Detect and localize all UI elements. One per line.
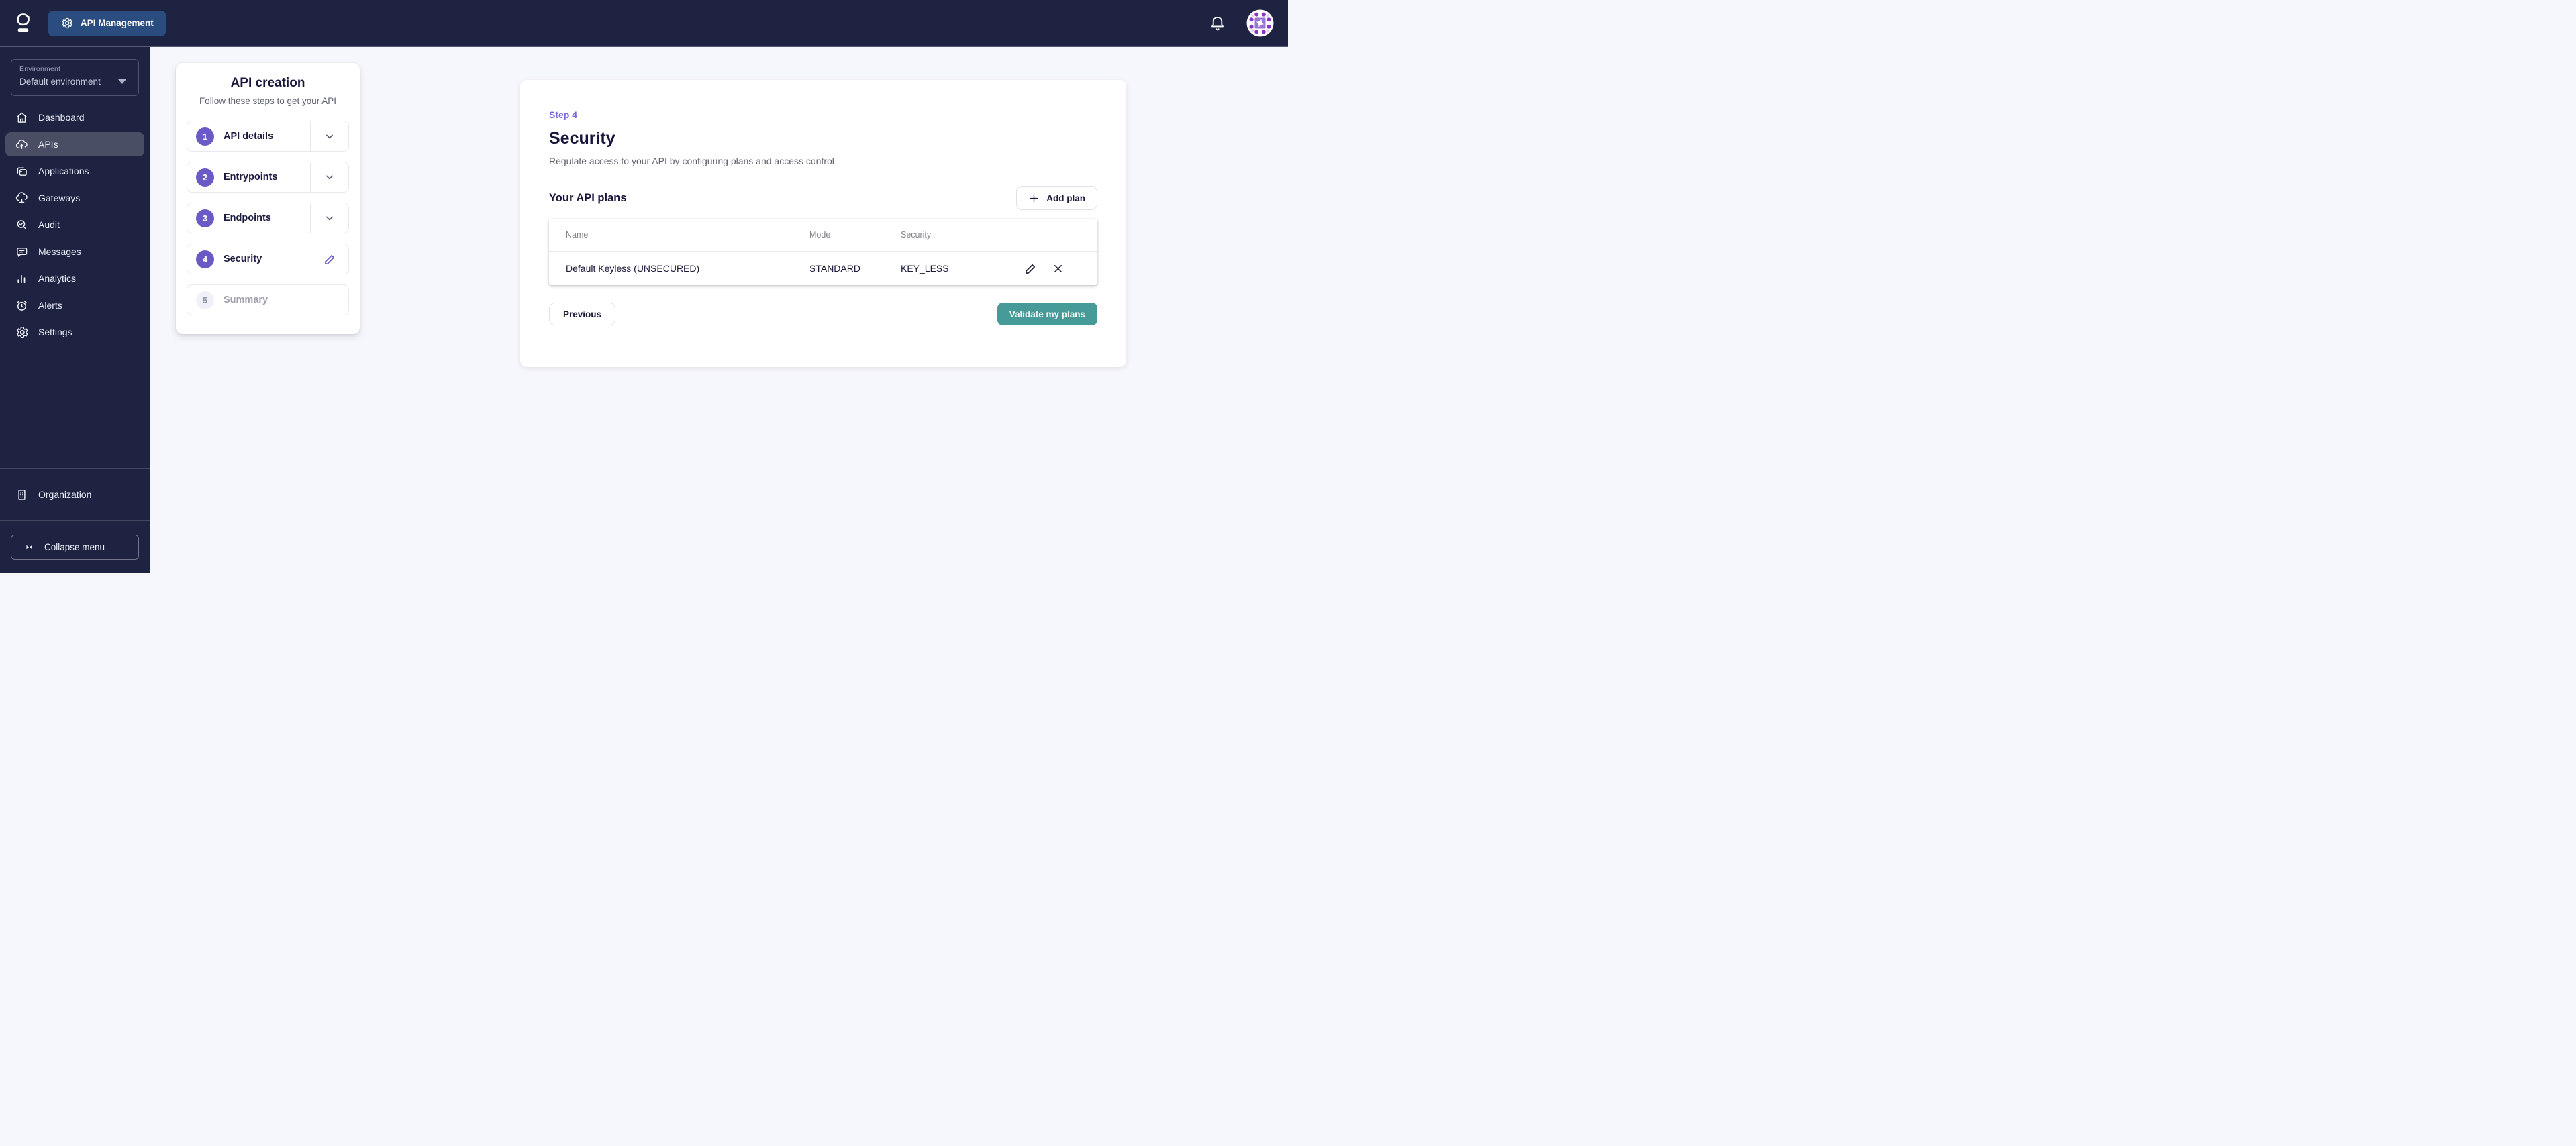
security-step-card: Step 4 Security Regulate access to your … [520,80,1126,367]
sidebar-item-label: Organization [38,489,92,500]
main-area: API creation Follow these steps to get y… [150,47,1288,573]
step-number-badge: 5 [196,291,214,309]
gear-icon [15,325,29,340]
step-summary: 5 Summary [187,284,349,315]
collapse-icon [24,542,34,552]
step-api-details[interactable]: 1 API details [187,121,349,152]
sidebar: Environment Default environment Dashboar… [0,47,150,573]
sidebar-item-settings[interactable]: Settings [5,320,144,344]
step-label: Security [224,254,262,264]
steps-list: 1 API details 2 Entrypoints 3 Endpoints [187,121,349,315]
environment-value: Default environment [19,76,101,87]
sidebar-item-label: Messages [38,246,81,257]
step-expand-button[interactable] [310,162,348,192]
chevron-down-icon [326,175,333,180]
edit-pencil-icon[interactable] [323,252,337,266]
step-label: API details [224,131,274,142]
page-title: Security [549,129,615,148]
chevron-down-icon [118,79,126,84]
audit-search-icon [15,218,29,232]
sidebar-divider [0,520,150,521]
step-number-badge: 1 [196,127,214,146]
product-badge-label: API Management [81,18,154,28]
sidebar-item-applications[interactable]: Applications [5,159,144,183]
sidebar-item-messages[interactable]: Messages [5,240,144,264]
step-label: Summary [224,295,268,305]
step-indicator: Step 4 [549,109,578,120]
sidebar-item-dashboard[interactable]: Dashboard [5,105,144,129]
column-header-mode: Mode [809,230,831,240]
cloud-upload-icon [15,138,29,152]
sidebar-item-label: Alerts [38,300,62,311]
collapse-menu-label: Collapse menu [44,542,105,552]
alarm-icon [15,299,29,313]
gear-icon [60,17,73,30]
remove-plan-button[interactable] [1052,262,1064,275]
validate-plans-button[interactable]: Validate my plans [997,303,1097,325]
environment-selector[interactable]: Environment Default environment [11,59,139,96]
column-header-name: Name [566,230,589,240]
step-entrypoints[interactable]: 2 Entrypoints [187,162,349,193]
sidebar-item-label: Dashboard [38,112,85,123]
page-description: Regulate access to your API by configuri… [549,156,834,166]
bar-chart-icon [15,272,29,286]
api-creation-stepper-card: API creation Follow these steps to get y… [176,63,360,334]
step-endpoints[interactable]: 3 Endpoints [187,203,349,233]
environment-label: Environment [19,65,61,73]
sidebar-item-analytics[interactable]: Analytics [5,266,144,291]
cloud-gateway-icon [15,191,29,205]
plans-table: Name Mode Security Default Keyless (UNSE… [549,219,1097,285]
sidebar-item-audit[interactable]: Audit [5,213,144,237]
step-label: Endpoints [224,213,271,223]
sidebar-item-label: Settings [38,327,72,337]
sidebar-item-alerts[interactable]: Alerts [5,293,144,317]
plans-heading: Your API plans [549,191,627,204]
sidebar-item-label: Gateways [38,193,81,203]
sidebar-item-gateways[interactable]: Gateways [5,186,144,210]
step-number-badge: 2 [196,168,214,187]
sidebar-item-organization[interactable]: Organization [0,469,150,520]
notifications-bell-icon[interactable] [1209,15,1226,32]
product-badge-api-management[interactable]: API Management [48,10,166,36]
chevron-down-icon [326,134,333,139]
sidebar-item-label: Analytics [38,273,77,284]
close-icon [1054,264,1062,272]
organization-icon [15,488,29,502]
collapse-menu-button[interactable]: Collapse menu [11,535,139,560]
sidebar-item-label: APIs [38,139,58,150]
sidebar-item-label: Applications [38,166,89,176]
chevron-down-icon [326,216,333,221]
column-header-security: Security [901,230,932,240]
stepper-title: API creation [230,76,305,90]
user-avatar[interactable] [1246,9,1274,37]
message-icon [15,245,29,259]
step-label: Entrypoints [224,172,278,183]
step-security[interactable]: 4 Security [187,244,349,274]
step-number-badge: 3 [196,209,214,227]
edit-pencil-icon [1026,264,1036,274]
plus-icon [1030,194,1038,202]
stepper-subtitle: Follow these steps to get your API [199,96,337,106]
previous-button[interactable]: Previous [549,303,616,325]
table-header-row: Name Mode Security [549,219,1097,252]
sidebar-nav: Dashboard APIs Applications Gateways Aud… [0,105,150,344]
plan-security: KEY_LESS [901,263,949,274]
plan-name: Default Keyless (UNSECURED) [566,263,700,274]
sidebar-item-label: Audit [38,219,60,230]
step-expand-button[interactable] [310,203,348,233]
add-plan-label: Add plan [1046,193,1085,203]
gravitee-logo[interactable] [17,13,30,33]
edit-plan-button[interactable] [1024,262,1038,276]
step-expand-button[interactable] [310,121,348,151]
home-icon [15,111,29,125]
add-plan-button[interactable]: Add plan [1016,186,1097,210]
step-number-badge: 4 [196,250,214,268]
sidebar-item-apis[interactable]: APIs [5,132,144,156]
table-row: Default Keyless (UNSECURED) STANDARD KEY… [549,252,1097,285]
top-bar: API Management [0,0,1288,47]
applications-icon [15,164,29,178]
plan-mode: STANDARD [809,263,860,274]
